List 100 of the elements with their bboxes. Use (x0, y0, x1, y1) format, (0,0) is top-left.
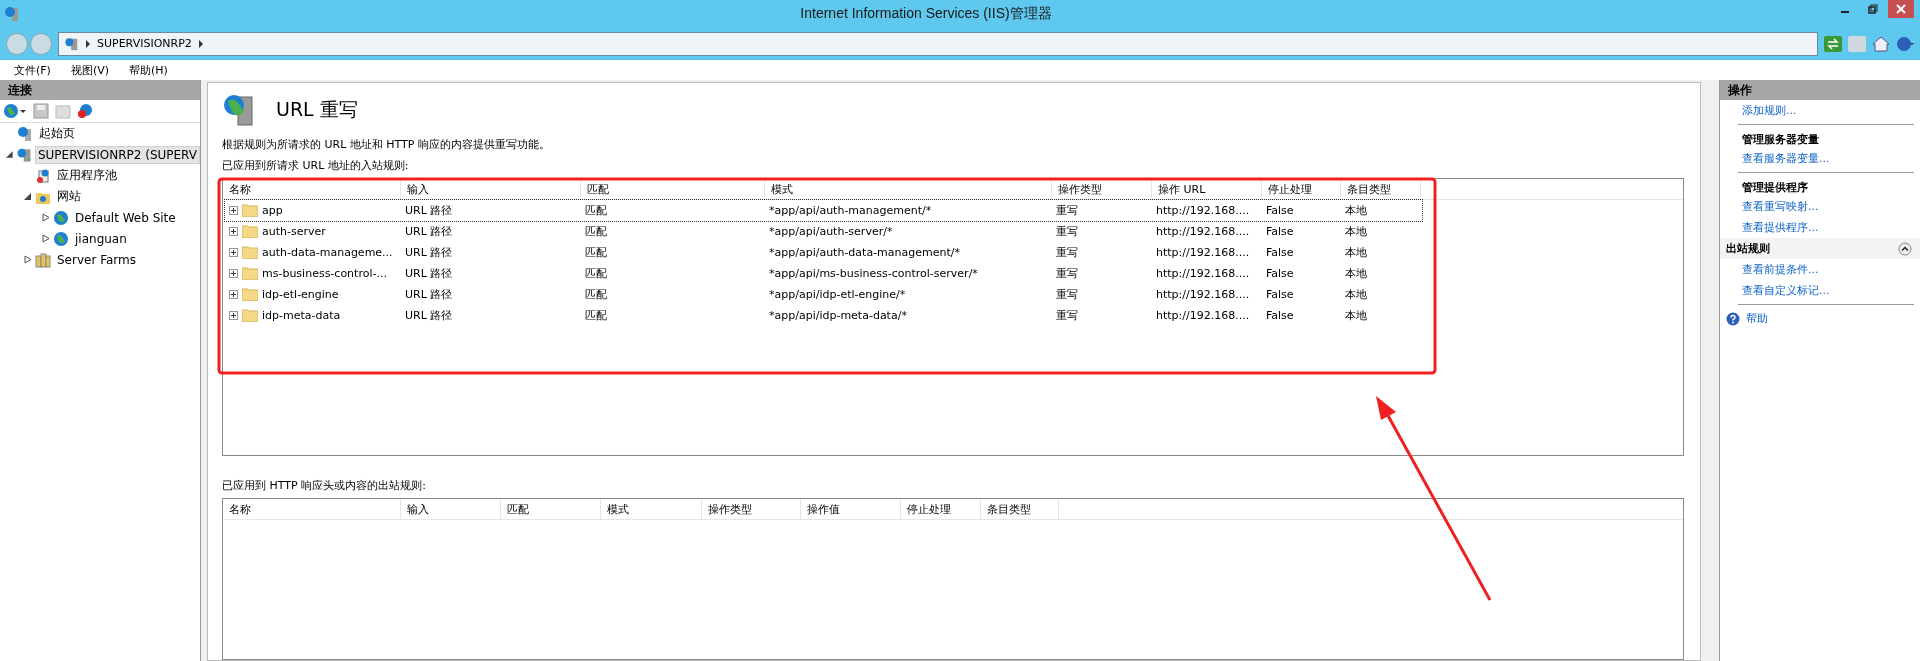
column-header[interactable]: 条目类型 (1341, 179, 1421, 199)
table-cell: *app/api/auth-server/* (769, 225, 893, 238)
expand-plus-icon (229, 206, 238, 215)
expand-plus-icon (229, 269, 238, 278)
column-header[interactable]: 匹配 (581, 179, 765, 199)
table-cell: 本地 (1345, 245, 1367, 260)
rule-row[interactable]: auth-data-manageme... URL 路径 匹配 *app/api/auth-data-management/* 重写 http://192.168.... False 本地 (225, 242, 1422, 263)
table-cell: 匹配 (585, 203, 607, 218)
globe-icon (53, 209, 69, 226)
rule-row[interactable]: ms-business-control-... URL 路径 匹配 *app/api/ms-business-control-server/* 重写 http://192.168.... False 本地 (225, 263, 1422, 284)
table-cell: 重写 (1056, 245, 1078, 260)
table-cell: URL 路径 (405, 287, 453, 302)
tree-item[interactable]: SUPERVISIONRP2 (SUPERV (34, 145, 200, 164)
menu-item[interactable]: 视图(V) (70, 62, 110, 78)
table-cell: 匹配 (585, 224, 607, 239)
column-header[interactable]: 条目类型 (981, 499, 1059, 519)
table-cell: 本地 (1345, 266, 1367, 281)
window-title: Internet Information Services (IIS)管理器 (799, 4, 1053, 23)
column-header[interactable]: 操作类型 (1052, 179, 1152, 199)
table-cell: URL 路径 (405, 308, 453, 323)
tree-item[interactable]: 应用程序池 (54, 165, 120, 186)
refresh-icon (1824, 35, 1842, 52)
action-link[interactable]: 查看提供程序... (1720, 217, 1920, 238)
expand-plus-icon (229, 227, 238, 236)
menu-item[interactable]: 帮助(H) (129, 62, 168, 78)
restore-icon (1868, 4, 1878, 14)
action-link[interactable]: 添加规则... (1720, 100, 1920, 121)
table-cell: 匹配 (585, 266, 607, 281)
disconnect-icon[interactable] (77, 103, 93, 119)
action-link[interactable]: 查看自定义标记... (1720, 280, 1920, 301)
collapse-icon[interactable] (1898, 241, 1912, 256)
table-cell: False (1266, 204, 1294, 217)
table-cell: *app/api/ms-business-control-server/* (769, 267, 978, 280)
column-header[interactable]: 输入 (401, 499, 501, 519)
tree-item[interactable]: jianguan (72, 229, 130, 248)
column-header[interactable]: 模式 (601, 499, 702, 519)
table-cell: False (1266, 246, 1294, 259)
tree-item[interactable]: 网站 (54, 186, 84, 207)
table-cell: URL 路径 (405, 266, 453, 281)
table-cell: False (1266, 288, 1294, 301)
chevron-icon (85, 39, 91, 48)
action-link[interactable]: 查看重写映射... (1720, 196, 1920, 217)
table-cell: False (1266, 225, 1294, 238)
panel-header: 连接 (0, 80, 200, 100)
table-cell: *app/api/auth-management/* (769, 204, 932, 217)
column-header[interactable]: 停止处理 (901, 499, 981, 519)
tree-item[interactable]: 起始页 (36, 123, 78, 144)
tree-item[interactable]: Server Farms (54, 250, 139, 269)
table-cell: http://192.168.... (1156, 288, 1250, 301)
address-bar[interactable]: SUPERVISIONRP2 (58, 31, 1818, 56)
panel-header: 操作 (1720, 80, 1920, 100)
folder-icon (242, 288, 258, 301)
column-header[interactable]: 操作 URL (1152, 179, 1262, 199)
address-segment[interactable]: SUPERVISIONRP2 (97, 37, 192, 50)
close-icon (1896, 4, 1906, 14)
close-button[interactable] (1888, 0, 1914, 18)
table-cell: 匹配 (585, 287, 607, 302)
outbound-rules-label: 已应用到 HTTP 响应头或内容的出站规则: (222, 478, 427, 493)
rule-row[interactable]: idp-etl-engine URL 路径 匹配 *app/api/idp-etl-engine/* 重写 http://192.168.... False 本地 (225, 284, 1422, 305)
action-link[interactable]: 查看前提条件... (1720, 259, 1920, 280)
column-header[interactable]: 停止处理 (1262, 179, 1341, 199)
table-cell: *app/api/auth-data-management/* (769, 246, 960, 259)
table-cell: 重写 (1056, 203, 1078, 218)
menu-item[interactable]: 文件(F) (14, 62, 51, 78)
table-cell: auth-server (262, 225, 326, 238)
folder-icon (242, 225, 258, 238)
expand-plus-icon (229, 290, 238, 299)
column-header[interactable]: 名称 (223, 499, 401, 519)
table-cell: idp-meta-data (262, 309, 341, 322)
table-cell: 本地 (1345, 287, 1367, 302)
section-header[interactable]: 出站规则 (1720, 238, 1920, 259)
server-globe-icon (17, 125, 33, 142)
table-cell: http://192.168.... (1156, 309, 1250, 322)
tree-item[interactable]: Default Web Site (72, 208, 179, 227)
column-header[interactable]: 操作值 (801, 499, 901, 519)
action-group-heading: 管理服务器变量 (1741, 132, 1820, 148)
table-cell: 匹配 (585, 308, 607, 323)
column-header[interactable]: 模式 (765, 179, 1052, 199)
rule-row[interactable]: auth-server URL 路径 匹配 *app/api/auth-server/* 重写 http://192.168.... False 本地 (225, 221, 1422, 242)
help-icon (1726, 311, 1740, 326)
column-header[interactable]: 输入 (401, 179, 581, 199)
help-link[interactable]: 帮助 (1746, 311, 1768, 326)
rule-row[interactable]: app URL 路径 匹配 *app/api/auth-management/* 重写 http://192.168.... False 本地 (225, 200, 1422, 221)
page-title: URL 重写 (276, 97, 358, 122)
server-farm-icon (35, 251, 51, 268)
column-header[interactable]: 操作类型 (702, 499, 801, 519)
table-cell: 重写 (1056, 266, 1078, 281)
globe-icon (53, 230, 69, 247)
table-cell: 本地 (1345, 308, 1367, 323)
rule-row[interactable]: idp-meta-data URL 路径 匹配 *app/api/idp-meta-data/* 重写 http://192.168.... False 本地 (225, 305, 1422, 326)
globe-dropdown-icon[interactable] (3, 103, 27, 119)
column-header[interactable]: 匹配 (501, 499, 601, 519)
server-icon (65, 36, 79, 51)
column-header[interactable]: 名称 (223, 179, 401, 199)
description: 根据规则为所请求的 URL 地址和 HTTP 响应的内容提供重写功能。 (222, 137, 551, 152)
folder-icon (242, 309, 258, 322)
table-cell: False (1266, 309, 1294, 322)
table-cell: http://192.168.... (1156, 267, 1250, 280)
table-cell: 重写 (1056, 287, 1078, 302)
action-link[interactable]: 查看服务器变量... (1720, 148, 1920, 169)
